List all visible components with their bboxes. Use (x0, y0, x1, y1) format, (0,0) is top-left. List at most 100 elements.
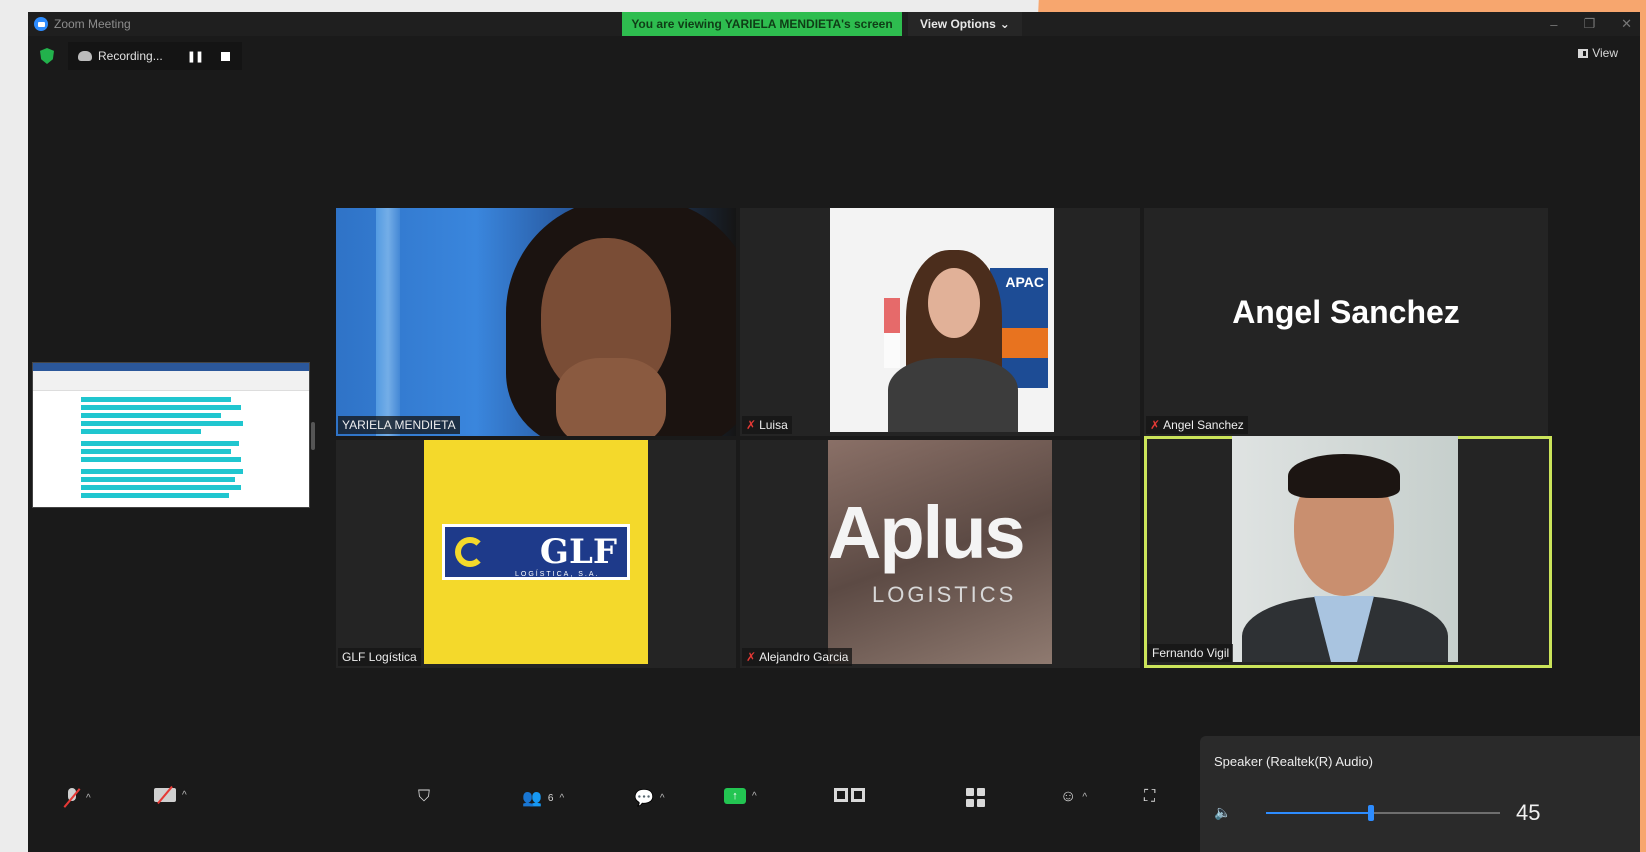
shield-icon: ⛉ (418, 788, 431, 805)
curtain-shape (376, 208, 400, 436)
view-button[interactable]: View (1578, 46, 1618, 60)
volume-slider-thumb[interactable] (1368, 805, 1374, 821)
layout-icon (1578, 48, 1589, 58)
highlighted-text-line (81, 397, 231, 402)
participants-button[interactable]: 👥 6 ^ (522, 788, 564, 808)
participant-name: GLF Logística (342, 650, 417, 664)
highlighted-text-line (81, 421, 243, 426)
glf-swirl-icon (455, 537, 485, 567)
participant-face (928, 268, 980, 338)
speaker-device-label: Speaker (Realtek(R) Audio) (1214, 754, 1373, 769)
highlighted-text-line (81, 413, 221, 418)
share-screen-button[interactable]: ↑ ^ (724, 788, 757, 804)
document-ribbon (33, 363, 309, 371)
volume-icon: 🔈 (1214, 804, 1232, 820)
window-controls: – ❐ ✕ (1550, 12, 1632, 36)
apps-button[interactable] (966, 788, 985, 807)
video-tile-glf[interactable]: GLF LOGÍSTICA, S.A. GLF Logística (336, 440, 736, 668)
highlighted-text-line (81, 429, 201, 434)
view-options-label: View Options (920, 17, 996, 31)
apac-logo-text: APAC (1005, 274, 1044, 290)
speaker-volume-panel: Speaker (Realtek(R) Audio) 🔈 45 (1200, 736, 1640, 852)
share-screen-icon: ↑ (724, 788, 746, 804)
volume-slider-fill (1266, 812, 1371, 814)
muted-mic-icon: ✗ (746, 418, 757, 432)
glf-logo-subtitle: LOGÍSTICA, S.A. (515, 571, 600, 578)
highlighted-text-line (81, 485, 241, 490)
chevron-up-icon[interactable]: ^ (1082, 792, 1087, 803)
chevron-up-icon[interactable]: ^ (752, 791, 757, 802)
panel-resize-handle[interactable] (311, 422, 315, 450)
volume-slider[interactable] (1266, 805, 1500, 821)
muted-mic-icon: ✗ (1150, 418, 1161, 432)
stop-recording-button[interactable] (221, 51, 231, 61)
chevron-up-icon[interactable]: ^ (559, 793, 564, 804)
flag-shape (884, 298, 900, 368)
view-options-button[interactable]: View Options ⌄ (908, 12, 1022, 36)
maximize-button[interactable]: ❐ (1583, 16, 1595, 32)
participant-name-label: ✗ Angel Sanchez (1146, 416, 1248, 434)
highlighted-text-line (81, 469, 243, 474)
recording-label: Recording... (98, 49, 163, 63)
participant-name: Fernando Vigil (1152, 646, 1230, 660)
chevron-up-icon[interactable]: ^ (86, 793, 91, 804)
minimize-button[interactable]: – (1550, 17, 1557, 32)
apps-grid-icon (966, 788, 985, 807)
record-button[interactable] (834, 788, 865, 802)
video-feed: Aplus LOGISTICS (828, 440, 1052, 664)
participant-hair (1288, 454, 1400, 498)
glf-logo-text: GLF (539, 532, 617, 572)
video-feed: GLF LOGÍSTICA, S.A. (424, 440, 648, 664)
video-tile-alejandro[interactable]: Aplus LOGISTICS ✗ Alejandro Garcia (740, 440, 1140, 668)
mute-button[interactable]: ^ (64, 788, 91, 808)
camera-off-icon (154, 788, 176, 802)
chat-button[interactable]: 💬 ^ (634, 788, 665, 808)
viewing-screen-banner: You are viewing YARIELA MENDIETA's scree… (622, 12, 902, 36)
encryption-shield-icon[interactable] (40, 48, 54, 64)
shared-screen-thumbnail[interactable] (32, 362, 310, 508)
start-video-button[interactable]: ^ (154, 788, 187, 802)
title-area: Zoom Meeting (28, 17, 131, 31)
zoom-window: Zoom Meeting You are viewing YARIELA MEN… (28, 12, 1640, 852)
participant-name: YARIELA MENDIETA (342, 418, 456, 432)
participant-name-label: Fernando Vigil (1148, 644, 1234, 662)
zoom-logo-icon (34, 17, 48, 31)
expand-icon: ⛶ (1144, 788, 1156, 805)
view-label: View (1592, 46, 1618, 60)
participant-body (888, 358, 1018, 432)
reactions-button[interactable]: ☺ ^ (1060, 788, 1087, 806)
video-tile-fernando[interactable]: Fernando Vigil (1144, 436, 1552, 668)
volume-value: 45 (1516, 800, 1541, 825)
highlighted-text-line (81, 477, 235, 482)
document-toolbar (33, 371, 309, 391)
aplus-logo-text: Aplus (828, 491, 1026, 574)
cloud-icon (78, 51, 92, 61)
video-tile-angel[interactable]: Angel Sanchez ✗ Angel Sanchez (1144, 208, 1548, 436)
chevron-down-icon: ⌄ (999, 17, 1010, 31)
participant-name-label: ✗ Alejandro Garcia (742, 648, 853, 666)
muted-mic-icon: ✗ (746, 650, 757, 664)
participant-name: Luisa (759, 418, 788, 432)
video-tile-yariela[interactable]: YARIELA MENDIETA (336, 208, 736, 436)
window-title: Zoom Meeting (54, 17, 131, 31)
highlighted-text-line (81, 493, 229, 498)
participant-hand (556, 358, 666, 436)
close-button[interactable]: ✕ (1621, 16, 1632, 32)
video-tile-luisa[interactable]: APAC ✗ Luisa (740, 208, 1140, 436)
participant-name: Alejandro Garcia (759, 650, 849, 664)
pause-stop-icon (834, 788, 865, 802)
security-button[interactable]: ⛉ (418, 788, 430, 806)
recording-indicator: Recording... ❚❚ (68, 42, 242, 70)
aplus-logo-subtitle: LOGISTICS (872, 582, 1017, 607)
video-feed: APAC (830, 208, 1054, 432)
glf-logo: GLF LOGÍSTICA, S.A. (442, 524, 630, 580)
chevron-up-icon[interactable]: ^ (660, 793, 665, 804)
video-feed (1232, 436, 1458, 662)
pause-recording-button[interactable]: ❚❚ (187, 50, 204, 63)
participant-name-label: ✗ Luisa (742, 416, 792, 434)
participants-icon: 👥 (522, 790, 542, 807)
participant-name-card: Angel Sanchez (1232, 293, 1460, 330)
more-button[interactable]: ⛶ (1144, 788, 1155, 806)
chevron-up-icon[interactable]: ^ (182, 790, 187, 801)
highlighted-text-line (81, 441, 239, 446)
